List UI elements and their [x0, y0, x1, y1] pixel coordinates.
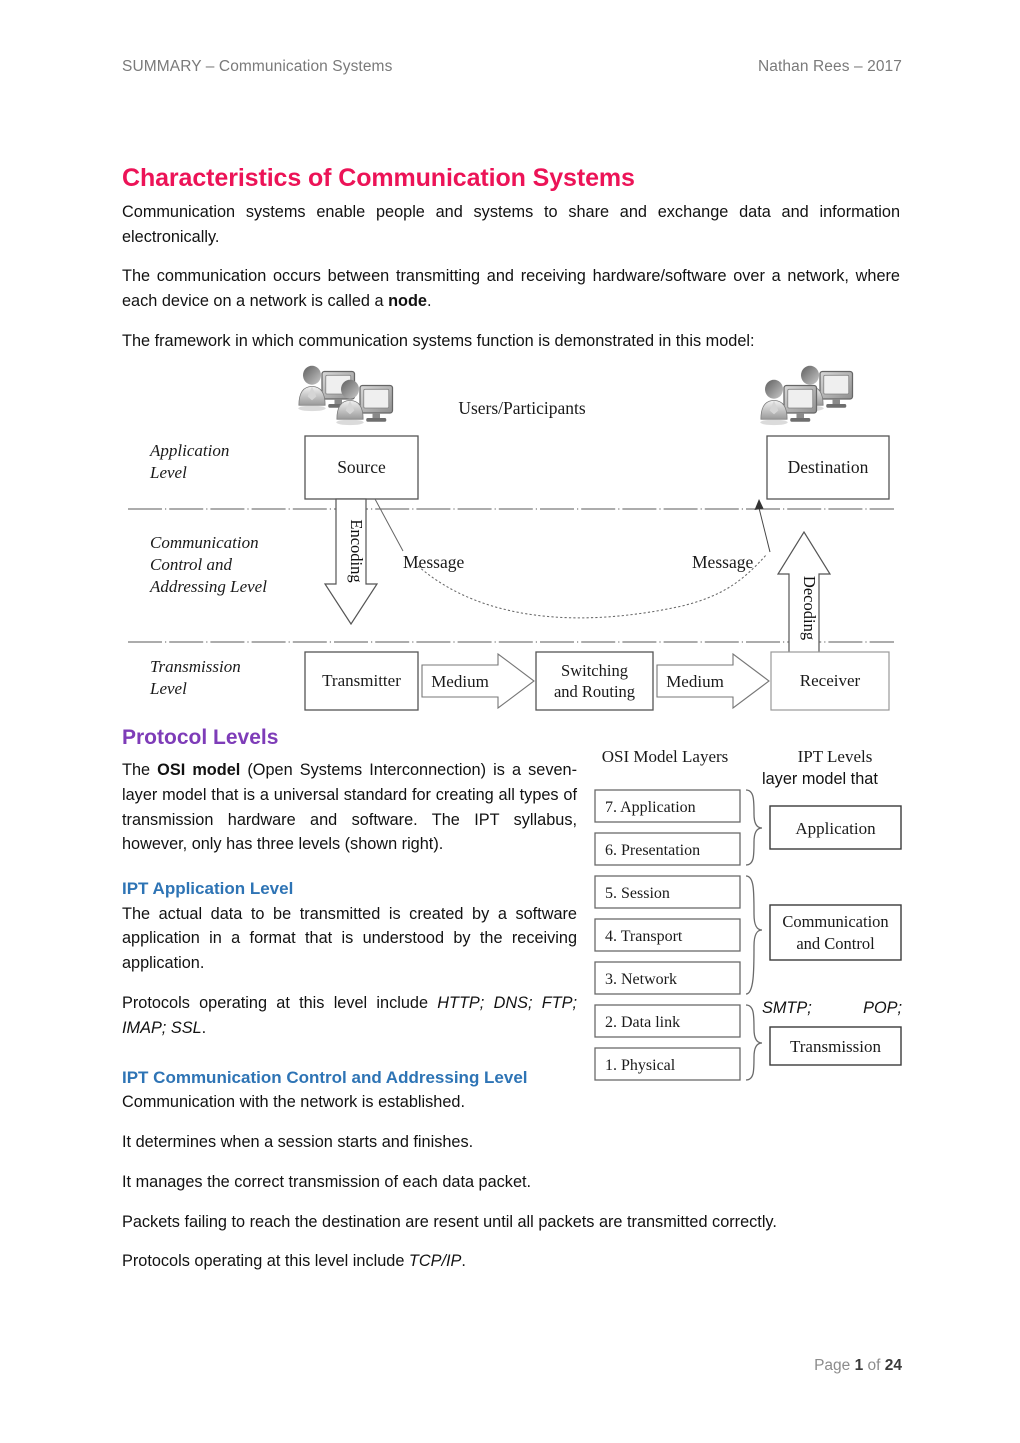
footer-page-prefix: Page [814, 1357, 855, 1374]
osi-brace-application [745, 789, 763, 866]
figure-transmitter-label: Transmitter [322, 671, 401, 690]
osi-model-bold-term: OSI model [157, 761, 241, 780]
protocol-paragraph-1: The OSI model (Open Systems Interconnect… [122, 758, 577, 857]
intro-paragraph-2: The communication occurs between transmi… [122, 264, 900, 314]
header-left-text: SUMMARY – Communication Systems [122, 58, 393, 75]
osi-model-figure: OSI Model Layers IPT Levels 7. Applicati… [583, 738, 913, 1088]
footer-page-number: 1 [854, 1357, 864, 1374]
osi-layer-label-3: 3. Network [605, 971, 677, 988]
figure-switching-label-line2: and Routing [554, 682, 635, 701]
page-title: Characteristics of Communication Systems [122, 164, 635, 192]
ipt-level-label-application: Application [795, 819, 876, 838]
node-bold-term: node [388, 292, 427, 311]
source-users-icon-2 [335, 379, 394, 426]
app-level-paragraph-1: The actual data to be transmitted is cre… [122, 904, 577, 973]
page-footer: Page 1 of 24 [122, 1357, 902, 1375]
ipt-comm-control-heading: IPT Communication Control and Addressing… [122, 1068, 528, 1087]
comm-level-protocol-list: TCP/IP [408, 1252, 462, 1271]
comm-level-paragraph-5: Protocols operating at this level includ… [122, 1249, 900, 1274]
figure-destination-label: Destination [788, 457, 869, 477]
figure-source-label: Source [337, 457, 386, 477]
intro-paragraph-3: The framework in which communication sys… [122, 331, 755, 350]
figure-message-leader-left [374, 498, 404, 552]
osi-layer-label-6: 6. Presentation [605, 842, 700, 859]
app-level-p2-text-b: . [201, 1018, 207, 1037]
figure-level-transmission-line1: Transmission [150, 657, 241, 676]
footer-page-total: 24 [884, 1357, 902, 1374]
figure-level-comm-line2: Control and [150, 555, 233, 574]
ipt-application-level-heading: IPT Application Level [122, 879, 294, 899]
intro-p2-text-a: The communication occurs between transmi… [122, 267, 900, 311]
header-right-text: Nathan Rees – 2017 [758, 58, 902, 75]
figure-level-application-line2: Level [149, 463, 187, 482]
figure-message-leader-right [757, 503, 771, 553]
figure-level-comm-line3: Addressing Level [149, 577, 267, 596]
comm-level-p5-text-a: Protocols operating at this level includ… [122, 1252, 409, 1271]
figure-level-comm-line1: Communication [150, 533, 259, 552]
intro-paragraph-1: Communication systems enable people and … [122, 202, 900, 246]
ipt-level-label-communication-line1: Communication [782, 912, 888, 931]
comm-level-paragraph-3: It manages the correct transmission of e… [122, 1172, 532, 1191]
footer-page-middle: of [863, 1357, 885, 1374]
figure-decoding-label: Decoding [800, 576, 819, 640]
figure-medium-right-label: Medium [666, 672, 724, 691]
app-level-p2-text-a: Protocols operating at this level includ… [122, 993, 438, 1012]
figure-receiver-label: Receiver [800, 671, 861, 690]
osi-layer-label-5: 5. Session [605, 885, 670, 902]
figure-message-arrowhead [754, 499, 764, 510]
figure-message-right-label: Message [692, 552, 753, 572]
osi-column-title: OSI Model Layers [602, 747, 729, 766]
figure-encoding-label: Encoding [347, 519, 366, 582]
osi-layer-label-2: 2. Data link [605, 1014, 680, 1031]
figure-message-left-label: Message [403, 552, 464, 572]
ipt-level-label-transmission: Transmission [790, 1037, 882, 1056]
comm-control-section: IPT Communication Control and Addressing… [122, 1068, 900, 1274]
intro-content: Characteristics of Communication Systems… [122, 164, 900, 354]
intro-p2-text-b: . [426, 292, 432, 311]
ipt-level-label-communication-line2: and Control [796, 934, 875, 953]
figure-level-transmission-line2: Level [149, 679, 187, 698]
figure-users-label: Users/Participants [458, 398, 586, 418]
osi-layer-label-4: 4. Transport [605, 928, 683, 945]
figure-level-application-line1: Application [149, 441, 229, 460]
comm-level-paragraph-1: Communication with the network is establ… [122, 1093, 465, 1112]
osi-brace-communication [745, 875, 763, 995]
communication-model-figure: Application Level Communication Control … [122, 356, 900, 716]
figure-switching-label-line1: Switching [561, 661, 628, 680]
osi-layer-label-7: 7. Application [605, 799, 696, 816]
page-header: SUMMARY – Communication Systems Nathan R… [122, 58, 902, 76]
app-level-paragraph-2: Protocols operating at this level includ… [122, 991, 577, 1041]
destination-users-icon-2 [759, 379, 818, 426]
comm-level-p5-text-b: . [461, 1252, 466, 1271]
figure-medium-left-label: Medium [431, 672, 489, 691]
ipt-column-title: IPT Levels [798, 747, 873, 766]
comm-level-paragraph-2: It determines when a session starts and … [122, 1133, 474, 1152]
protocol-p1-text-a: The [122, 761, 158, 780]
protocol-levels-heading: Protocol Levels [122, 726, 279, 749]
comm-level-paragraph-4: Packets failing to reach the destination… [122, 1212, 777, 1231]
